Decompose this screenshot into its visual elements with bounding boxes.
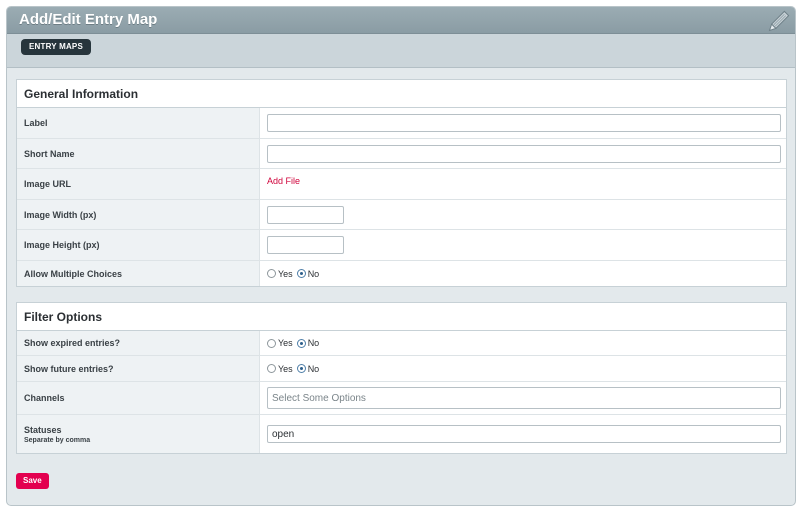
row-short-name: Short Name — [17, 139, 786, 169]
show-expired-yes-radio[interactable] — [267, 338, 276, 348]
statuses-sublabel: Separate by comma — [24, 436, 91, 444]
allow-multiple-label: Allow Multiple Choices — [17, 261, 260, 286]
allow-multiple-no-option[interactable]: No — [296, 268, 320, 279]
allow-multiple-yes-label: Yes — [278, 268, 293, 279]
row-channels: Channels — [17, 382, 786, 415]
short-name-label: Short Name — [17, 139, 260, 168]
general-information-section: General Information Label Short Name Ima… — [16, 79, 787, 287]
row-label: Label — [17, 108, 786, 139]
show-future-no-label: No — [307, 363, 320, 374]
image-width-input[interactable] — [267, 205, 344, 224]
show-expired-no-label: No — [307, 338, 320, 348]
row-allow-multiple: Allow Multiple Choices Yes No — [17, 261, 786, 286]
image-url-cell: Add File — [260, 169, 786, 199]
image-width-cell — [260, 200, 786, 229]
statuses-cell — [260, 415, 786, 453]
filter-options-section: Filter Options Show expired entries? Yes… — [16, 302, 787, 454]
image-height-cell — [260, 230, 786, 260]
allow-multiple-no-label: No — [307, 268, 320, 279]
show-future-yes-label: Yes — [278, 363, 293, 374]
row-image-url: Image URL Add File — [17, 169, 786, 200]
show-expired-label: Show expired entries? — [17, 331, 260, 355]
show-future-no-option[interactable]: No — [296, 363, 320, 374]
channels-label: Channels — [17, 382, 260, 414]
save-button[interactable]: Save — [16, 473, 49, 489]
statuses-label: Statuses — [24, 424, 62, 435]
allow-multiple-cell: Yes No — [260, 261, 786, 286]
show-expired-yes-label: Yes — [278, 338, 293, 348]
label-input[interactable] — [267, 114, 781, 132]
row-image-width: Image Width (px) — [17, 200, 786, 230]
label-field-label: Label — [17, 108, 260, 138]
show-future-label: Show future entries? — [17, 356, 260, 381]
show-future-no-radio[interactable] — [296, 364, 306, 373]
image-width-label: Image Width (px) — [17, 200, 260, 229]
short-name-cell — [260, 139, 786, 168]
image-height-label: Image Height (px) — [17, 230, 260, 260]
allow-multiple-yes-option[interactable]: Yes — [267, 269, 293, 279]
show-future-yes-radio[interactable] — [267, 364, 276, 373]
channels-select-input[interactable] — [267, 387, 781, 409]
entry-map-panel: Add/Edit Entry Map ENTRY MAPS General In… — [6, 6, 796, 506]
show-expired-cell: Yes No — [260, 331, 786, 355]
show-expired-yes-option[interactable]: Yes — [267, 338, 293, 348]
label-field-cell — [260, 108, 786, 138]
image-height-input[interactable] — [267, 236, 344, 254]
section-title-filter: Filter Options — [17, 303, 786, 331]
header-bar: Add/Edit Entry Map — [7, 7, 795, 34]
add-file-link[interactable]: Add File — [267, 176, 300, 186]
sub-toolbar: ENTRY MAPS — [7, 34, 795, 68]
short-name-input[interactable] — [267, 144, 781, 163]
allow-multiple-no-radio[interactable] — [296, 269, 306, 278]
page-title: Add/Edit Entry Map — [19, 11, 158, 28]
pencil-icon — [765, 9, 791, 35]
row-statuses: Statuses Separate by comma — [17, 415, 786, 453]
show-future-yes-option[interactable]: Yes — [267, 364, 293, 374]
row-show-future: Show future entries? Yes No — [17, 356, 786, 382]
allow-multiple-yes-radio[interactable] — [267, 269, 276, 278]
show-expired-no-radio[interactable] — [296, 338, 306, 348]
statuses-label-cell: Statuses Separate by comma — [17, 415, 260, 453]
show-expired-no-option[interactable]: No — [296, 338, 320, 348]
channels-cell — [260, 382, 786, 414]
show-future-cell: Yes No — [260, 356, 786, 381]
row-show-expired: Show expired entries? Yes No — [17, 331, 786, 356]
image-url-label: Image URL — [17, 169, 260, 199]
section-title-general: General Information — [17, 80, 786, 108]
statuses-input[interactable] — [267, 425, 781, 443]
row-image-height: Image Height (px) — [17, 230, 786, 261]
entry-maps-button[interactable]: ENTRY MAPS — [21, 39, 92, 55]
